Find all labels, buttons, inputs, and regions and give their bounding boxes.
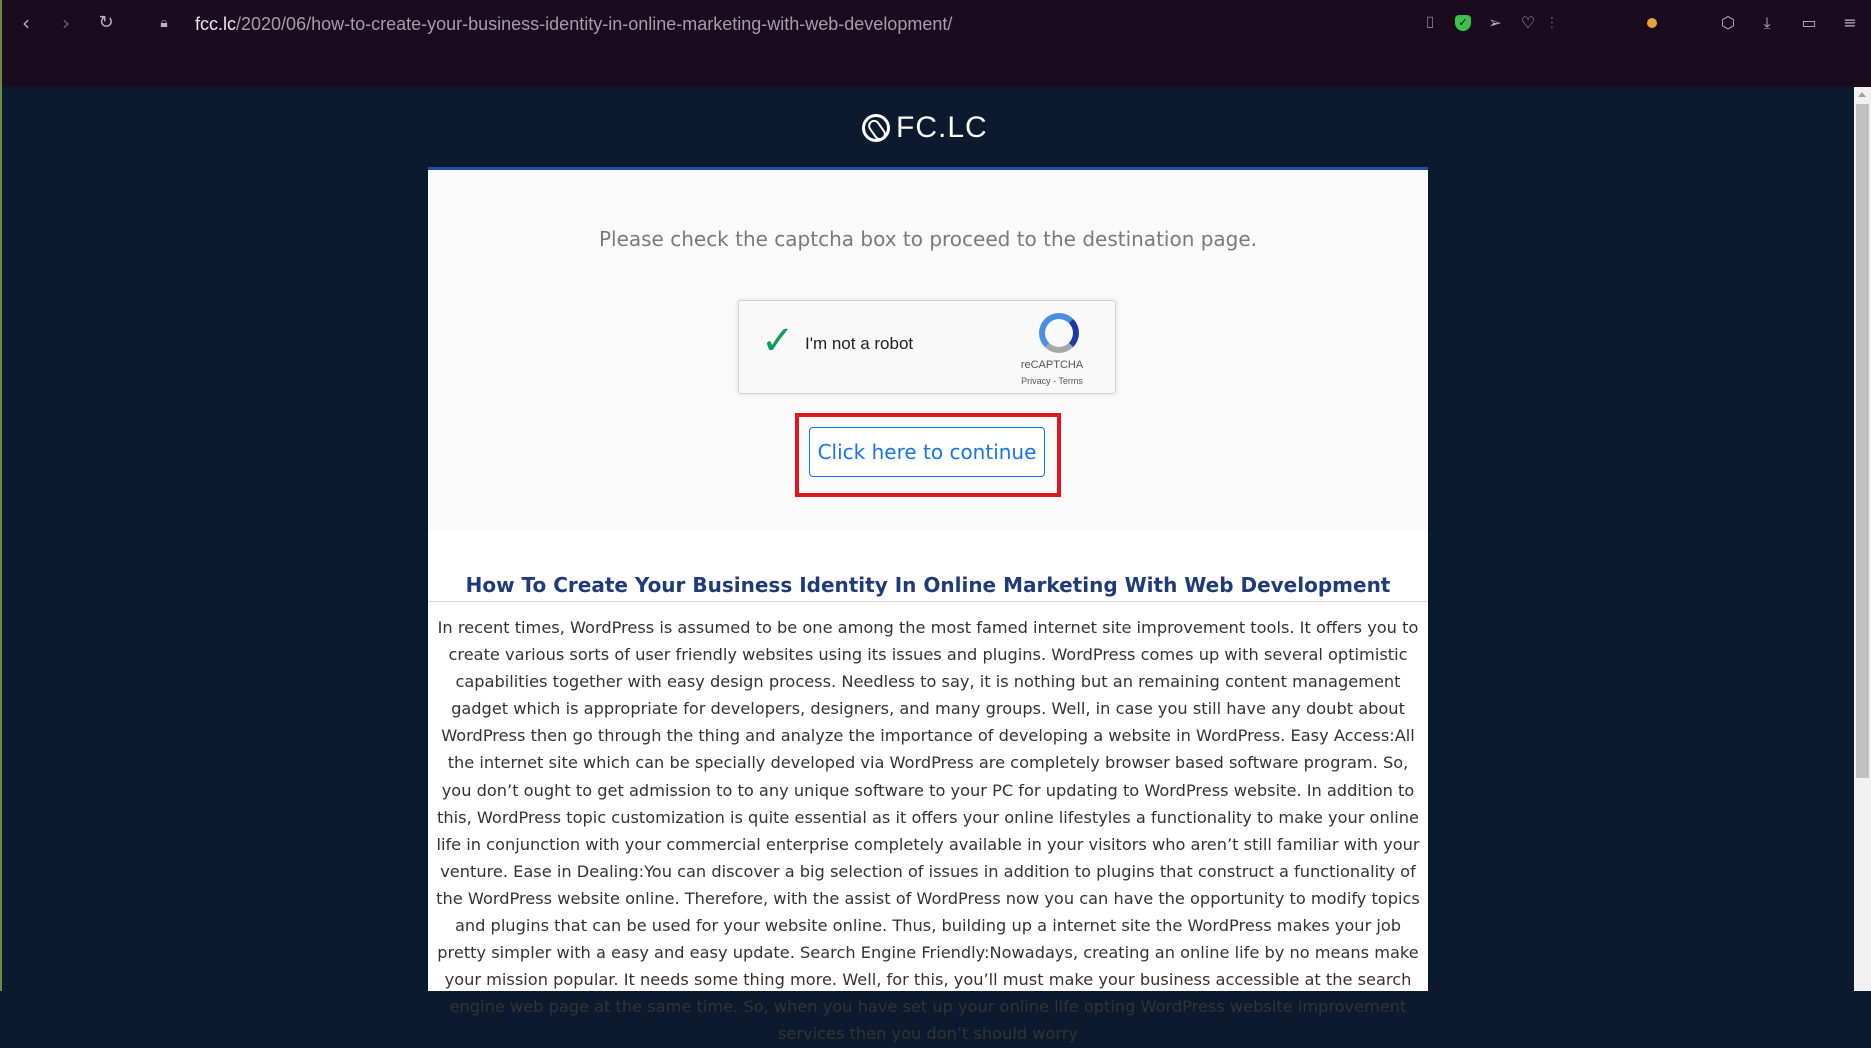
lock-icon: 🔒︎ xyxy=(160,15,168,31)
url-path: /2020/06/how-to-create-your-business-ide… xyxy=(236,14,953,34)
checkmark-icon[interactable]: ✓ xyxy=(761,321,797,361)
send-icon[interactable]: ➢ xyxy=(1485,13,1505,33)
heart-icon[interactable]: ♡ xyxy=(1518,13,1538,33)
download-icon[interactable]: ⤓ xyxy=(1757,13,1777,33)
battery-icon[interactable]: ▭ xyxy=(1799,13,1819,33)
recaptcha-brand: reCAPTCHA xyxy=(1020,359,1084,371)
address-bar[interactable]: fcc.lc/2020/06/how-to-create-your-busine… xyxy=(195,11,952,37)
continue-button[interactable]: Click here to continue xyxy=(809,427,1045,477)
scroll-thumb[interactable] xyxy=(1856,104,1869,778)
article-body: In recent times, WordPress is assumed to… xyxy=(436,618,1420,1044)
recaptcha-privacy-terms[interactable]: Privacy - Terms xyxy=(997,376,1107,386)
recaptcha-label: I'm not a robot xyxy=(805,334,914,353)
site-logo[interactable]: FC.LC xyxy=(862,108,988,148)
toolbar-separator: ⋮ xyxy=(1545,15,1559,31)
extension-icon[interactable] xyxy=(1647,18,1657,28)
camera-icon[interactable]: ⌷ xyxy=(1420,13,1440,33)
logo-mark-icon xyxy=(862,114,890,142)
divider xyxy=(428,601,1428,602)
article-title: How To Create Your Business Identity In … xyxy=(465,573,1391,597)
captcha-instruction: Please check the captcha box to proceed … xyxy=(598,227,1258,251)
vertical-scrollbar[interactable] xyxy=(1854,87,1871,991)
shield-icon[interactable]: ✓ xyxy=(1455,15,1471,31)
menu-icon[interactable]: ≡ xyxy=(1840,13,1860,33)
logo-text: FC.LC xyxy=(896,111,988,144)
content-card: Please check the captcha box to proceed … xyxy=(428,167,1428,1043)
scroll-up-arrow-icon[interactable] xyxy=(1858,92,1866,97)
recaptcha-logo-icon xyxy=(1039,313,1079,353)
reload-icon[interactable]: ↻ xyxy=(96,12,116,34)
recaptcha-widget[interactable]: ✓ I'm not a robot reCAPTCHA Privacy - Te… xyxy=(738,300,1116,394)
browser-toolbar: ‹ › ↻ 🔒︎ fcc.lc/2020/06/how-to-create-yo… xyxy=(0,0,1871,87)
url-domain: fcc.lc xyxy=(195,14,237,34)
forward-icon[interactable]: › xyxy=(56,12,76,34)
cube-icon[interactable]: ⬡ xyxy=(1718,13,1738,33)
back-icon[interactable]: ‹ xyxy=(16,12,36,34)
